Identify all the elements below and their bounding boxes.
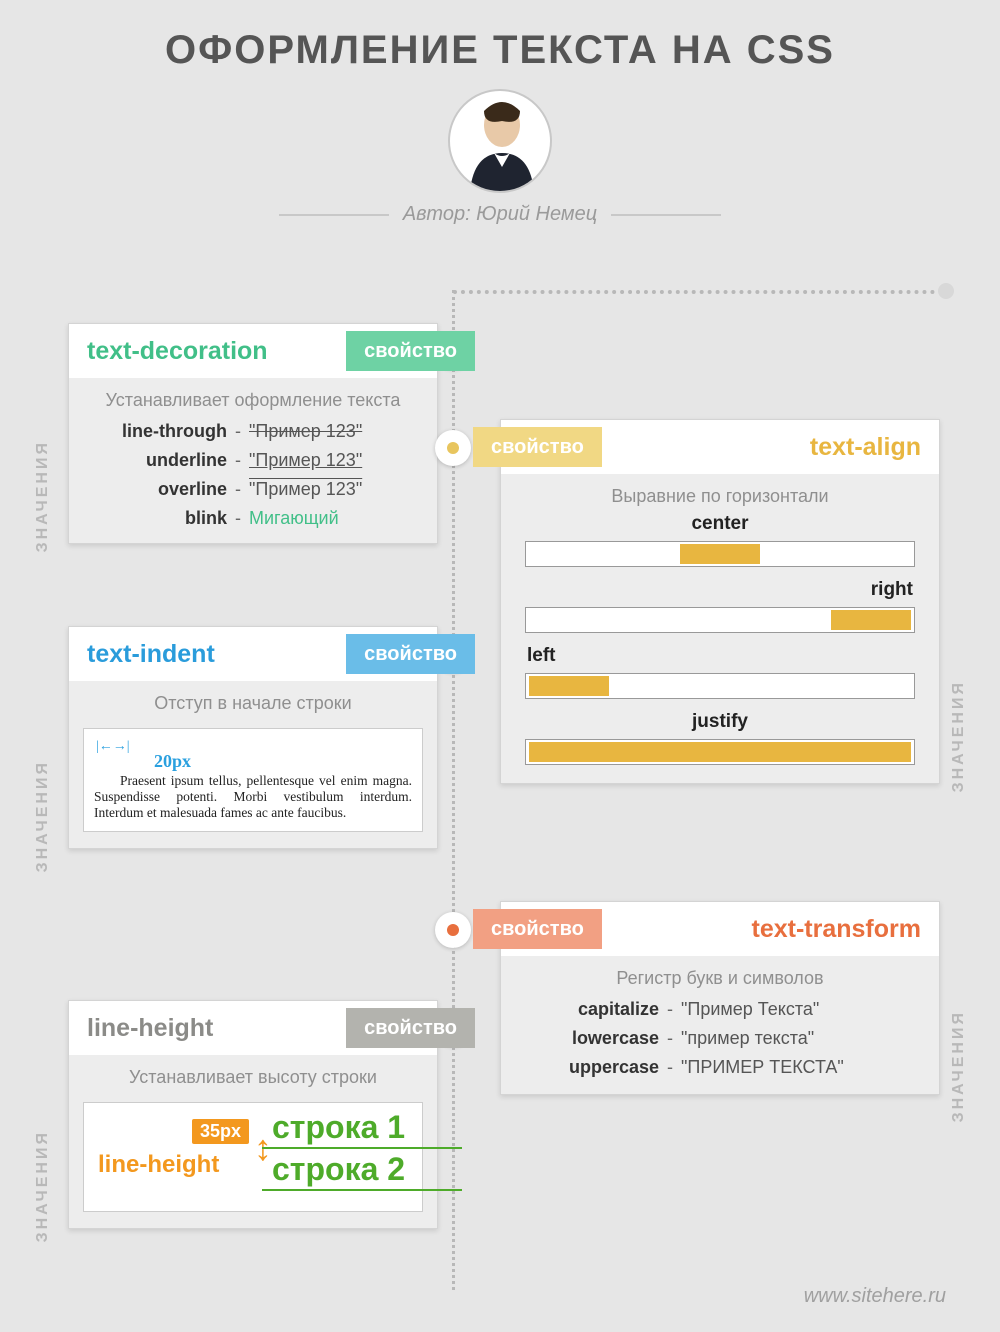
card-subtitle: Выравние по горизонтали (501, 474, 939, 513)
author-avatar (448, 89, 552, 193)
timeline-top (453, 290, 943, 294)
prop-name: line-height (69, 1014, 231, 1043)
card-text-transform: свойство text-transform Регистр букв и с… (500, 901, 940, 1095)
value-key: uppercase (519, 1057, 659, 1078)
footer-url: www.sitehere.ru (804, 1285, 946, 1308)
values-label: ЗНАЧЕНИЯ (34, 1130, 52, 1242)
indent-sample-text: Praesent ipsum tellus, pellentesque vel … (94, 773, 412, 821)
card-text-align: свойство text-align Выравние по горизонт… (500, 419, 940, 784)
align-value: left (501, 645, 939, 669)
property-badge: свойство (473, 427, 602, 467)
indent-illustration: |←→| 20px Praesent ipsum tellus, pellent… (83, 728, 423, 832)
lineheight-label: line-height (98, 1151, 219, 1179)
card-subtitle: Устанавливает оформление текста (69, 378, 437, 417)
property-badge: свойство (346, 331, 475, 371)
align-value: right (501, 579, 939, 603)
value-example: "Пример 123" (249, 450, 362, 471)
card-subtitle: Отступ в начале строки (69, 681, 437, 720)
value-example: "Пример 123" (249, 479, 362, 500)
values-label: ЗНАЧЕНИЯ (34, 440, 52, 552)
value-key: line-through (87, 421, 227, 442)
author-name: Автор: Юрий Немец (403, 203, 597, 226)
value-key: blink (87, 508, 227, 529)
property-badge: свойство (473, 909, 602, 949)
prop-name: text-transform (734, 915, 939, 944)
prop-name: text-indent (69, 640, 233, 669)
indent-px: 20px (154, 751, 191, 772)
value-example: "пример текста" (681, 1028, 814, 1049)
align-value: justify (501, 711, 939, 735)
align-value: center (501, 513, 939, 537)
card-subtitle: Регистр букв и символов (501, 956, 939, 995)
lineheight-px: 35px (192, 1119, 249, 1144)
page-title: ОФОРМЛЕНИЕ ТЕКСТА НА CSS (0, 0, 1000, 73)
card-line-height: line-height свойство Устанавливает высот… (68, 1000, 438, 1229)
card-subtitle: Устанавливает высоту строки (69, 1055, 437, 1094)
node-transform (435, 912, 471, 948)
prop-name: text-align (792, 433, 939, 462)
value-key: underline (87, 450, 227, 471)
card-text-indent: text-indent свойство Отступ в начале стр… (68, 626, 438, 849)
value-example: Мигающий (249, 508, 339, 529)
value-key: overline (87, 479, 227, 500)
timeline-knob (938, 283, 954, 299)
value-example: "Пример 123" (249, 421, 362, 442)
values-label: ЗНАЧЕНИЯ (950, 1010, 968, 1122)
card-text-decoration: text-decoration свойство Устанавливает о… (68, 323, 438, 544)
values-label: ЗНАЧЕНИЯ (950, 680, 968, 792)
lineheight-line2: строка 2 (272, 1151, 405, 1188)
prop-name: text-decoration (69, 337, 286, 366)
lineheight-illustration: 35px line-height ↕ строка 1 строка 2 (83, 1102, 423, 1212)
property-badge: свойство (346, 634, 475, 674)
author-row: Автор: Юрий Немец (0, 203, 1000, 226)
values-label: ЗНАЧЕНИЯ (34, 760, 52, 872)
property-badge: свойство (346, 1008, 475, 1048)
value-example: "ПРИМЕР ТЕКСТА" (681, 1057, 844, 1078)
lineheight-line1: строка 1 (272, 1109, 405, 1146)
value-key: lowercase (519, 1028, 659, 1049)
value-example: "Пример Текста" (681, 999, 819, 1020)
node-align (435, 430, 471, 466)
value-key: capitalize (519, 999, 659, 1020)
